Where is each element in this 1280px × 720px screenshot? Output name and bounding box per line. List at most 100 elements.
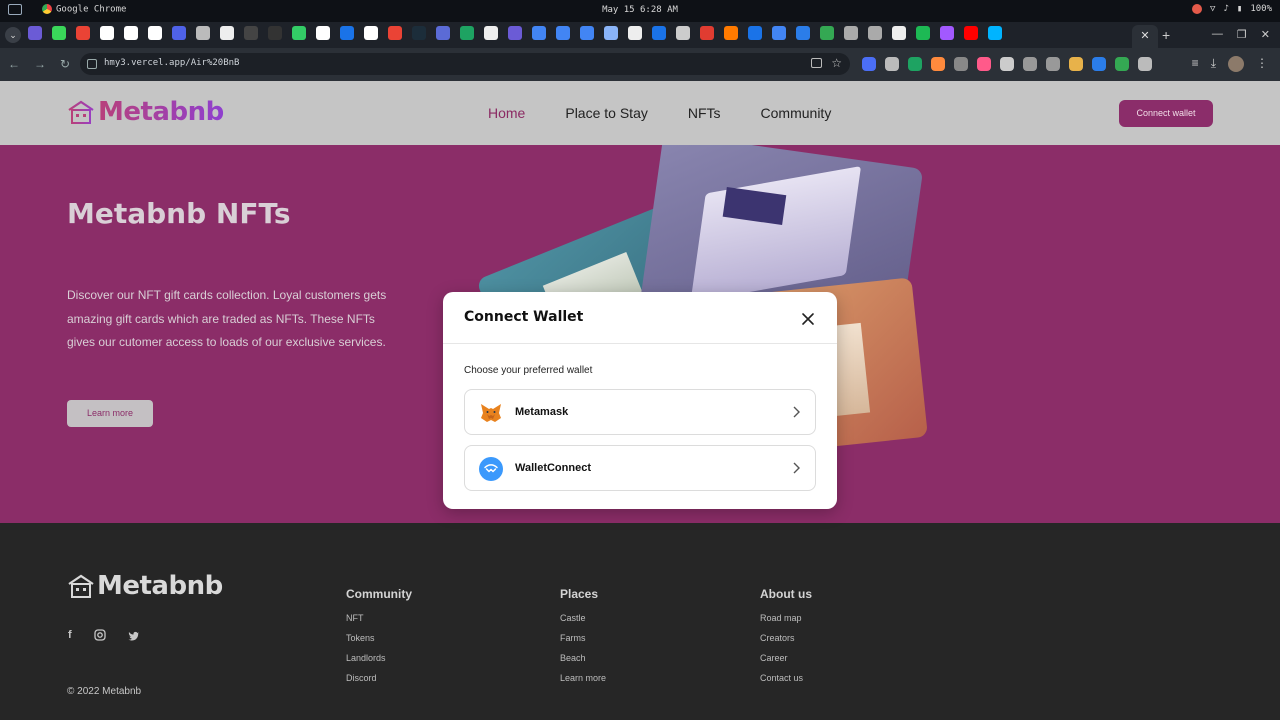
extension-icon[interactable] — [954, 57, 968, 71]
tab-favicon[interactable] — [676, 26, 690, 40]
install-app-icon[interactable] — [811, 58, 822, 68]
tab-favicon[interactable] — [988, 26, 1002, 40]
footer-link-castle[interactable]: Castle — [560, 613, 606, 623]
reload-button[interactable]: ↻ — [60, 57, 70, 71]
facebook-icon[interactable]: f — [68, 629, 72, 641]
tab-favicon[interactable] — [412, 26, 426, 40]
maximize-window-button[interactable]: ❐ — [1237, 28, 1247, 41]
tab-favicon[interactable] — [724, 26, 738, 40]
extension-icon[interactable] — [1023, 57, 1037, 71]
tab-search-button[interactable]: ⌄ — [5, 27, 21, 43]
tab-favicon[interactable] — [892, 26, 906, 40]
extension-icon[interactable] — [977, 57, 991, 71]
tab-favicon[interactable] — [700, 26, 714, 40]
footer-link-career[interactable]: Career — [760, 653, 812, 663]
tab-favicon[interactable] — [580, 26, 594, 40]
footer-link-tokens[interactable]: Tokens — [346, 633, 412, 643]
tab-favicon[interactable] — [868, 26, 882, 40]
clock[interactable]: May 15 6:28 AM — [0, 5, 1280, 15]
tab-favicon[interactable] — [100, 26, 114, 40]
menu-kebab-icon[interactable]: ⋮ — [1256, 56, 1268, 72]
wifi-icon[interactable]: ▽ — [1210, 4, 1215, 14]
tab-favicon[interactable] — [388, 26, 402, 40]
nav-nfts[interactable]: NFTs — [688, 105, 721, 121]
back-button[interactable]: ← — [8, 57, 20, 71]
tab-favicon[interactable] — [604, 26, 618, 40]
footer-link-nft[interactable]: NFT — [346, 613, 412, 623]
nav-community[interactable]: Community — [761, 105, 832, 121]
extension-icon[interactable] — [931, 57, 945, 71]
brand-logo[interactable]: Metabnb — [67, 97, 224, 127]
tab-favicon[interactable] — [28, 26, 42, 40]
tab-favicon[interactable] — [436, 26, 450, 40]
footer-link-beach[interactable]: Beach — [560, 653, 606, 663]
bookmark-star-icon[interactable]: ☆ — [831, 56, 842, 70]
tab-favicon[interactable] — [772, 26, 786, 40]
tab-favicon[interactable] — [628, 26, 642, 40]
footer-link-learn-more[interactable]: Learn more — [560, 673, 606, 683]
close-icon[interactable] — [799, 310, 817, 328]
tab-favicon[interactable] — [52, 26, 66, 40]
extension-icon[interactable] — [1046, 57, 1060, 71]
tab-favicon[interactable] — [172, 26, 186, 40]
tab-favicon[interactable] — [940, 26, 954, 40]
tab-favicon[interactable] — [652, 26, 666, 40]
extension-icon[interactable] — [1000, 57, 1014, 71]
footer-brand-logo[interactable]: Metabnb — [67, 571, 223, 601]
tab-favicon[interactable] — [484, 26, 498, 40]
footer-link-discord[interactable]: Discord — [346, 673, 412, 683]
tab-favicon[interactable] — [964, 26, 978, 40]
tab-favicon[interactable] — [532, 26, 546, 40]
footer-link-landlords[interactable]: Landlords — [346, 653, 412, 663]
tab-favicon[interactable] — [76, 26, 90, 40]
footer-link-farms[interactable]: Farms — [560, 633, 606, 643]
tab-favicon[interactable] — [220, 26, 234, 40]
tab-favicon[interactable] — [916, 26, 930, 40]
active-tab[interactable]: ✕ — [1132, 25, 1158, 48]
tab-favicon[interactable] — [196, 26, 210, 40]
tab-favicon[interactable] — [340, 26, 354, 40]
url-text[interactable]: hmy3.vercel.app/Air%20BnB — [104, 58, 239, 68]
tab-favicon[interactable] — [244, 26, 258, 40]
extension-icon[interactable] — [862, 57, 876, 71]
tab-favicon[interactable] — [316, 26, 330, 40]
site-info-icon[interactable] — [87, 59, 97, 69]
tab-favicon[interactable] — [292, 26, 306, 40]
tab-favicon[interactable] — [460, 26, 474, 40]
tab-favicon[interactable] — [556, 26, 570, 40]
wallet-option-metamask[interactable]: Metamask — [464, 389, 816, 435]
volume-icon[interactable]: ♪ — [1223, 4, 1228, 14]
nav-home[interactable]: Home — [488, 105, 525, 121]
tab-favicon[interactable] — [148, 26, 162, 40]
instagram-icon[interactable] — [94, 629, 106, 641]
close-window-button[interactable]: ✕ — [1261, 28, 1270, 41]
download-icon[interactable]: ⤓ — [1211, 56, 1216, 72]
extension-icon[interactable] — [1115, 57, 1129, 71]
extension-icon[interactable] — [908, 57, 922, 71]
record-indicator-icon[interactable] — [1192, 4, 1203, 14]
footer-link-road-map[interactable]: Road map — [760, 613, 812, 623]
close-tab-icon[interactable]: ✕ — [1140, 30, 1149, 42]
new-tab-button[interactable]: + — [1162, 27, 1170, 43]
tab-favicon[interactable] — [508, 26, 522, 40]
footer-link-contact-us[interactable]: Contact us — [760, 673, 812, 683]
tab-favicon[interactable] — [820, 26, 834, 40]
nav-place-to-stay[interactable]: Place to Stay — [565, 105, 648, 121]
forward-button[interactable]: → — [34, 57, 46, 71]
learn-more-button[interactable]: Learn more — [67, 400, 153, 427]
extension-icon[interactable] — [1138, 57, 1152, 71]
twitter-icon[interactable] — [128, 630, 140, 641]
tab-favicon[interactable] — [796, 26, 810, 40]
extension-icon[interactable] — [1092, 57, 1106, 71]
connect-wallet-button[interactable]: Connect wallet — [1119, 100, 1213, 127]
profile-avatar[interactable] — [1228, 56, 1244, 72]
minimize-window-button[interactable]: — — [1212, 28, 1223, 41]
wallet-option-walletconnect[interactable]: WalletConnect — [464, 445, 816, 491]
extension-icon[interactable] — [885, 57, 899, 71]
tab-favicon[interactable] — [124, 26, 138, 40]
reading-list-icon[interactable]: ≡ — [1192, 56, 1199, 72]
omnibox[interactable]: hmy3.vercel.app/Air%20BnB ☆ — [80, 53, 850, 75]
tab-favicon[interactable] — [844, 26, 858, 40]
tab-favicon[interactable] — [748, 26, 762, 40]
tab-favicon[interactable] — [268, 26, 282, 40]
